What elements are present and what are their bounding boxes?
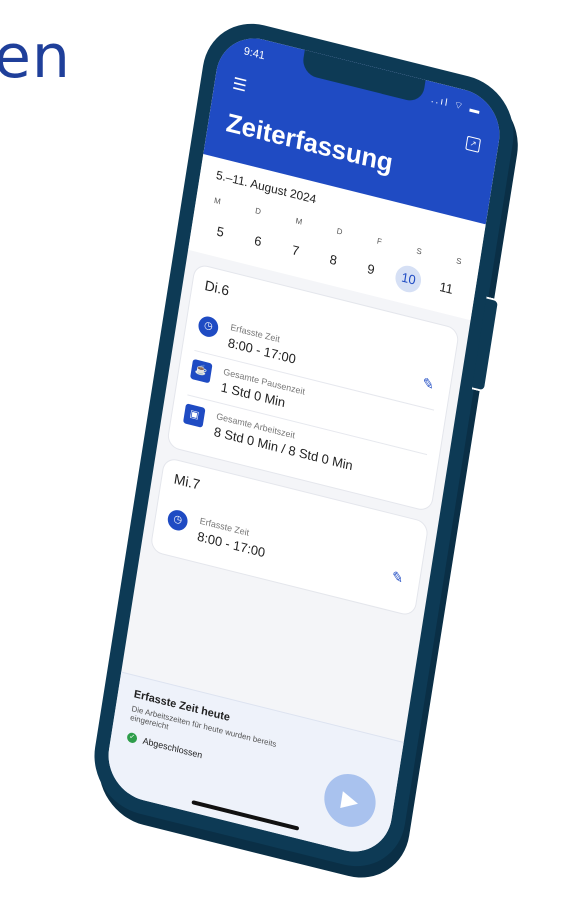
weekday-label: D bbox=[336, 226, 344, 237]
weekday-label: M bbox=[213, 195, 222, 207]
date-cell-selected[interactable]: 10 bbox=[393, 263, 424, 296]
export-icon[interactable]: ↗ bbox=[465, 135, 482, 153]
date-cell[interactable]: 5 bbox=[206, 216, 235, 248]
date-cell[interactable]: 7 bbox=[281, 235, 310, 267]
weekday-label: S bbox=[455, 256, 463, 267]
time-entry-row[interactable]: ◷ Erfasste Zeit 8:00 - 17:00 ✎ bbox=[164, 500, 410, 603]
edit-pencil-icon[interactable]: ✎ bbox=[390, 568, 405, 588]
today-summary-panel: Erfasste Zeit heute Die Arbeitszeiten fü… bbox=[102, 671, 404, 861]
clock-icon: ◷ bbox=[166, 507, 189, 533]
edit-pencil-icon[interactable]: ✎ bbox=[421, 374, 435, 394]
menu-icon[interactable]: ☰ bbox=[231, 73, 248, 96]
weekday-label: S bbox=[415, 246, 423, 257]
phone-screen: 9:41 ..ıl ⌔ ▬ ☰ ↗ Zeiterfassung 5.–11. A… bbox=[102, 29, 506, 861]
phone-side-button bbox=[471, 296, 501, 393]
status-text: Abgeschlossen bbox=[142, 735, 204, 761]
weekday-label: F bbox=[376, 236, 383, 247]
play-button[interactable]: ▶ bbox=[320, 768, 380, 833]
clock-icon: ◷ bbox=[197, 314, 220, 339]
weekday-label: D bbox=[254, 206, 262, 217]
status-icons: ..ıl ⌔ ▬ bbox=[430, 93, 483, 118]
background-heading-fragment: en bbox=[0, 22, 71, 92]
status-time: 9:41 bbox=[242, 45, 266, 63]
check-icon: ✓ bbox=[126, 731, 138, 745]
weekday-label: M bbox=[294, 216, 303, 227]
date-cell[interactable]: 9 bbox=[356, 254, 385, 286]
briefcase-icon: ▣ bbox=[182, 403, 206, 428]
date-cell[interactable]: 6 bbox=[243, 226, 272, 258]
coffee-icon: ☕ bbox=[189, 358, 213, 384]
date-cell[interactable]: 11 bbox=[431, 272, 460, 304]
date-cell[interactable]: 8 bbox=[319, 244, 348, 276]
phone-mockup: 9:41 ..ıl ⌔ ▬ ☰ ↗ Zeiterfassung 5.–11. A… bbox=[86, 12, 522, 878]
